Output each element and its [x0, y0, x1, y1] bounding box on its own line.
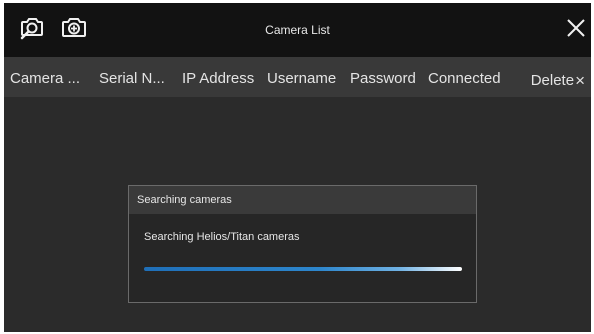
progress-fill [144, 267, 462, 271]
camera-list-window: Camera List Camera ... Serial N... IP Ad… [4, 3, 591, 332]
close-icon[interactable] [565, 17, 587, 39]
title-bar: Camera List [4, 3, 591, 57]
column-connected[interactable]: Connected [428, 70, 501, 87]
column-password[interactable]: Password [350, 70, 416, 87]
dialog-message: Searching Helios/Titan cameras [144, 231, 300, 243]
column-username[interactable]: Username [267, 70, 336, 87]
dialog-header: Searching cameras [129, 186, 476, 214]
delete-all-icon[interactable]: × [575, 71, 585, 91]
delete-label: Delete [530, 72, 575, 89]
search-progress-bar [144, 267, 462, 271]
column-ip-address[interactable]: IP Address [182, 70, 254, 87]
column-camera-name[interactable]: Camera ... [10, 70, 80, 87]
searching-dialog: Searching cameras Searching Helios/Titan… [128, 185, 477, 303]
column-delete[interactable]: Delete× [531, 70, 585, 90]
column-serial-number[interactable]: Serial N... [99, 70, 165, 87]
table-header: Camera ... Serial N... IP Address Userna… [4, 57, 591, 97]
dialog-title: Searching cameras [137, 194, 232, 206]
window-title: Camera List [265, 23, 330, 37]
